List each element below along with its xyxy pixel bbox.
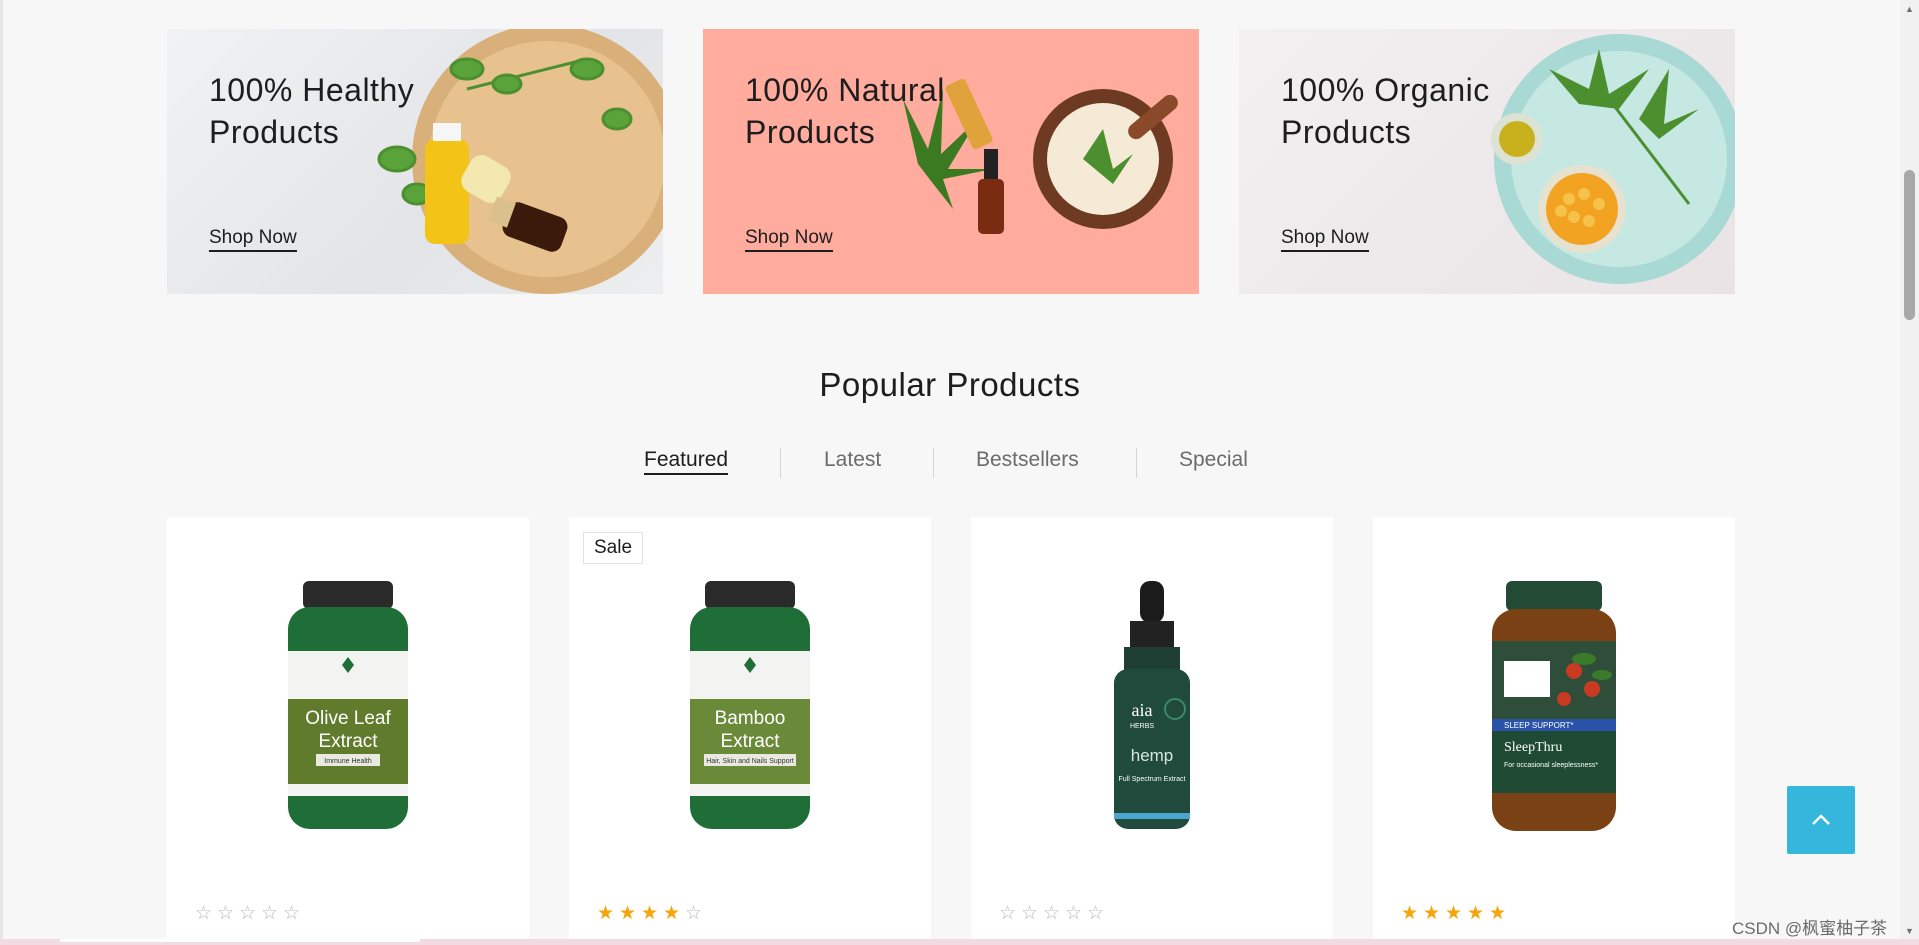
- product-card[interactable]: Sale Bamboo Extract Hair, Skin and Nails…: [569, 517, 931, 945]
- star-icon: ★: [1423, 903, 1441, 924]
- bamboo-extract-bottle-image: Bamboo Extract Hair, Skin and Nails Supp…: [690, 581, 810, 829]
- watermark: CSDN @枫蜜柚子茶: [1732, 919, 1888, 938]
- star-icon: ★: [1401, 903, 1419, 924]
- bottle-brand-sub: HERBS: [1130, 723, 1154, 730]
- star-icon: ☆: [1087, 903, 1105, 924]
- scroll-down-arrow-icon[interactable]: ▼: [1905, 926, 1914, 936]
- banner-title: 100% Healthy Products: [209, 72, 415, 150]
- bottle-sub: Hair, Skin and Nails Support: [706, 758, 794, 765]
- product-card[interactable]: Olive Leaf Extract Immune Health ☆ ☆ ☆ ☆ ☆: [167, 517, 529, 945]
- star-icon: ★: [663, 903, 681, 924]
- bottle-label-line2: Extract: [720, 731, 780, 752]
- sale-badge: Sale: [583, 532, 644, 564]
- star-icon: ★: [1467, 903, 1485, 924]
- star-icon: ★: [1489, 903, 1507, 924]
- chevron-up-icon: [1812, 814, 1830, 825]
- bottle-sub: Immune Health: [324, 758, 372, 765]
- rating-stars: ★ ★ ★ ★ ★: [1401, 903, 1507, 924]
- banner-title: 100% Natural Products: [745, 72, 945, 150]
- banner-natural-products[interactable]: 100% Natural Products Shop Now: [703, 29, 1199, 294]
- banner-title: 100% Organic Products: [1281, 72, 1490, 150]
- bottle-brand: aia: [1132, 700, 1153, 720]
- scroll-up-arrow-icon[interactable]: ▲: [1905, 4, 1914, 14]
- bottle-label-line1: SleepThru: [1504, 740, 1562, 755]
- tab-latest[interactable]: Latest: [824, 448, 881, 472]
- scrollbar-thumb[interactable]: [1904, 170, 1915, 320]
- page-scrollbar[interactable]: ▲ ▼: [1900, 0, 1919, 940]
- star-icon: ★: [619, 903, 637, 924]
- tab-special[interactable]: Special: [1179, 448, 1248, 472]
- bottle-label-line1: hemp: [1131, 746, 1174, 765]
- taskbar-tab-indicator: [60, 939, 420, 942]
- olive-leaf-bottle-image: Olive Leaf Extract Immune Health: [288, 581, 408, 829]
- bottle-tag: SLEEP SUPPORT*: [1504, 721, 1574, 730]
- tab-divider: [780, 448, 781, 478]
- sleepthru-bottle-image: SLEEP SUPPORT* SleepThru For occasional …: [1492, 581, 1616, 831]
- star-icon: ☆: [1021, 903, 1039, 924]
- back-to-top-button[interactable]: [1787, 786, 1855, 854]
- popular-products-title: Popular Products: [819, 366, 1081, 403]
- star-icon: ★: [1445, 903, 1463, 924]
- tab-divider: [1136, 448, 1137, 478]
- bottle-sub: Full Spectrum Extract: [1119, 776, 1186, 783]
- bottle-label-line2: Extract: [318, 731, 378, 752]
- tab-divider: [933, 448, 934, 478]
- window-bottom-edge: [0, 939, 1919, 945]
- banner-organic-products[interactable]: 100% Organic Products Shop Now: [1239, 29, 1735, 294]
- shop-now-link[interactable]: Shop Now: [1281, 227, 1369, 252]
- star-icon: ☆: [261, 903, 279, 924]
- product-card[interactable]: aia HERBS hemp Full Spectrum Extract ☆ ☆ ☆…: [971, 517, 1333, 945]
- star-icon: ☆: [239, 903, 257, 924]
- shop-now-link[interactable]: Shop Now: [745, 227, 833, 252]
- star-icon: ☆: [1043, 903, 1061, 924]
- star-icon: ☆: [1065, 903, 1083, 924]
- product-card[interactable]: SLEEP SUPPORT* SleepThru For occasional …: [1373, 517, 1735, 945]
- banner-healthy-products[interactable]: 100% Healthy Products Shop Now: [167, 29, 663, 294]
- star-icon: ☆: [195, 903, 213, 924]
- hemp-dropper-bottle-image: aia HERBS hemp Full Spectrum Extract: [1114, 581, 1190, 829]
- bottle-label-line1: Olive Leaf: [305, 708, 391, 729]
- bottle-sub: For occasional sleeplessness*: [1504, 762, 1598, 769]
- tab-featured[interactable]: Featured: [644, 448, 729, 475]
- star-icon: ☆: [283, 903, 301, 924]
- product-tabs: Featured Latest Bestsellers Special: [0, 448, 1900, 478]
- star-icon: ☆: [999, 903, 1017, 924]
- rating-stars: ☆ ☆ ☆ ☆ ☆: [999, 903, 1105, 924]
- tab-bestsellers[interactable]: Bestsellers: [976, 448, 1079, 472]
- star-icon: ☆: [217, 903, 235, 924]
- rating-stars: ☆ ☆ ☆ ☆ ☆: [195, 903, 301, 924]
- star-icon: ★: [597, 903, 615, 924]
- star-icon: ★: [641, 903, 659, 924]
- star-icon: ☆: [685, 903, 703, 924]
- shop-now-link[interactable]: Shop Now: [209, 227, 297, 252]
- bottle-label-line1: Bamboo: [715, 708, 786, 729]
- rating-stars: ★ ★ ★ ★ ☆: [597, 903, 703, 924]
